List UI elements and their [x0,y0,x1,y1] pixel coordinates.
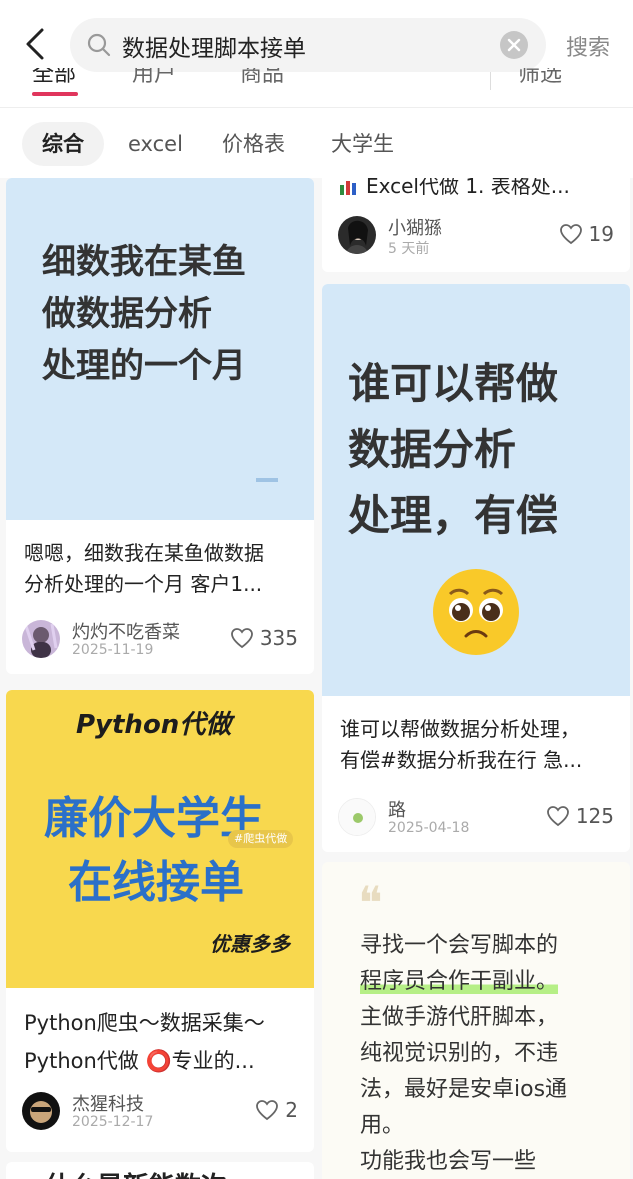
cover-text-line: 寻找一个会写脚本的 [360,933,559,958]
chip-excel[interactable]: excel [128,122,183,166]
post-date: 5 天前 [388,241,430,257]
cover-text-line: 处理，有偿 [348,491,559,540]
cover-text-line: 在线接单 [68,857,244,908]
chip-comprehensive[interactable]: 综合 [22,122,104,166]
cover-tag: #爬虫代做 [228,830,294,848]
heart-icon [546,806,569,827]
decor-dash [256,478,278,482]
post-cover: 谁可以帮做 数据分析 处理，有偿 [322,284,630,696]
post-title: · 什么是新能数次 [26,1166,227,1179]
like-button[interactable]: 19 [559,222,614,246]
like-count: 19 [588,222,614,246]
post-card[interactable]: ❝ 寻找一个会写脚本的 程序员合作干副业。 主做手游代肝脚本， 纯视觉识别的，不… [322,862,630,1179]
post-meta: 路 2025-04-18 125 [338,796,614,840]
author-name[interactable]: 灼灼不吃香菜 [72,618,180,644]
heart-icon [256,1100,279,1121]
post-title: Python爬虫～数据采集～ Python代做 ⭕专业的... [24,1004,298,1080]
like-button[interactable]: 2 [255,1098,298,1122]
cover-text-line: 主做手游代肝脚本， [360,1005,559,1030]
cover-text-line: 用。 [360,1113,405,1138]
post-cover-text: 寻找一个会写脚本的 程序员合作干副业。 主做手游代肝脚本， 纯视觉识别的，不违 … [360,928,567,1179]
post-meta: 小猢猻 5 天前 19 [338,214,614,258]
like-count: 125 [575,804,614,828]
post-card[interactable]: 谁可以帮做 数据分析 处理，有偿 谁可以帮做数据分析处理， 有偿#数据分析我在行… [322,284,630,852]
heart-icon [559,224,582,245]
back-arrow-icon[interactable] [18,22,58,66]
search-input[interactable]: 数据处理脚本接单 [70,18,546,72]
cover-text-line: 法，最好是安卓ios通 [360,1077,568,1102]
tab-all[interactable]: 全部 [32,68,76,88]
bar-chart-icon [340,178,358,195]
cover-text-line: 处理的一个月 [42,346,246,386]
cover-footer-text: 优惠多多 [210,932,290,956]
search-button[interactable]: 搜索 [566,30,610,62]
post-title-line: Python代做 ⭕专业的... [24,1049,255,1073]
author-name[interactable]: 路 [388,796,406,822]
cover-text-line: 程序员合作干副业。 [360,969,559,994]
post-card[interactable]: 细数我在某鱼 做数据分析 处理的一个月 嗯嗯，细数我在某鱼做数据 分析处理的一个… [6,178,314,674]
post-title: 谁可以帮做数据分析处理， 有偿#数据分析我在行 急... [340,714,614,776]
result-type-tabs: 全部 用户 商品 筛选 [0,68,633,108]
cover-text-line: 功能我也会写一些 [360,1149,537,1174]
pleading-face-icon [430,566,522,658]
author-name[interactable]: 杰猩科技 [72,1090,144,1116]
post-date: 2025-04-18 [388,820,470,836]
like-button[interactable]: 125 [546,804,614,828]
avatar[interactable] [338,798,376,836]
search-query[interactable]: 数据处理脚本接单 [122,29,306,63]
results-feed: 细数我在某鱼 做数据分析 处理的一个月 嗯嗯，细数我在某鱼做数据 分析处理的一个… [0,178,633,1179]
post-card[interactable]: Excel代做 1. 表格处... 小猢猻 5 天前 19 [322,178,630,272]
cover-text-line: 纯视觉识别的，不违 [360,1041,559,1066]
search-icon [86,32,112,62]
active-tab-underline [32,92,78,96]
avatar[interactable] [22,1092,60,1130]
cover-text-line: 细数我在某鱼 [42,242,246,282]
avatar[interactable] [22,620,60,658]
avatar[interactable] [338,216,376,254]
chip-price-list[interactable]: 价格表 [222,122,285,166]
post-date: 2025-12-17 [72,1114,154,1130]
filter-chips: 综合 excel 价格表 大学生 [0,118,633,174]
like-button[interactable]: 335 [230,626,298,650]
post-title-line: 分析处理的一个月 客户1... [24,572,263,596]
post-meta: 灼灼不吃香菜 2025-11-19 335 [22,618,298,662]
tab-divider [490,72,491,90]
post-title-text: Excel代做 1. 表格处... [366,178,570,196]
post-card[interactable]: · 什么是新能数次 [6,1162,314,1179]
like-count: 2 [285,1098,298,1122]
post-title: 嗯嗯，细数我在某鱼做数据 分析处理的一个月 客户1... [24,538,298,600]
post-title: Excel代做 1. 表格处... [340,178,620,196]
post-date: 2025-11-19 [72,642,154,658]
post-title-line: 嗯嗯，细数我在某鱼做数据 [24,541,264,565]
like-count: 335 [259,626,298,650]
chip-college-student[interactable]: 大学生 [331,122,394,166]
author-name[interactable]: 小猢猻 [388,214,442,240]
tab-products[interactable]: 商品 [240,68,284,88]
post-meta: 杰猩科技 2025-12-17 2 [22,1090,298,1134]
post-title-line: 谁可以帮做数据分析处理， [340,717,580,741]
post-title-line: 有偿#数据分析我在行 急... [340,748,583,772]
post-card[interactable]: Python代做 廉价大学生 在线接单 #爬虫代做 优惠多多 Python爬虫～… [6,690,314,1152]
post-cover: Python代做 廉价大学生 在线接单 #爬虫代做 优惠多多 [6,690,314,988]
post-title-line: Python爬虫～数据采集～ [24,1011,265,1035]
cover-badge-text: Python代做 [76,710,232,740]
cover-text-line: 做数据分析 [42,294,212,334]
filter-button[interactable]: 筛选 [518,68,562,88]
clear-search-icon[interactable] [500,31,528,59]
quote-mark: ❝ [358,876,383,930]
cover-text-line: 数据分析 [348,425,517,474]
heart-icon [230,628,253,649]
post-cover: 细数我在某鱼 做数据分析 处理的一个月 [6,178,314,520]
tab-users[interactable]: 用户 [132,68,176,88]
cover-text-line: 谁可以帮做 [348,359,559,408]
